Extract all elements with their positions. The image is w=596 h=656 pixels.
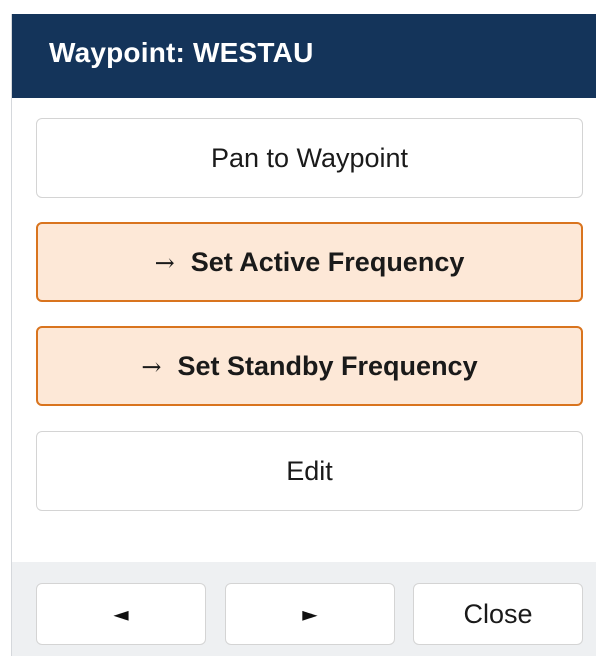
- close-button[interactable]: Close: [413, 583, 583, 645]
- close-label: Close: [463, 598, 533, 629]
- waypoint-dialog: Waypoint: WESTAU Pan to Waypoint → Set A…: [11, 14, 596, 656]
- set-standby-frequency-button[interactable]: → Set Standby Frequency: [36, 326, 583, 406]
- set-active-frequency-label: Set Active Frequency: [190, 246, 465, 277]
- right-arrow-icon: →: [141, 353, 162, 381]
- dialog-footer: ◄ ► Close: [12, 562, 596, 656]
- right-arrow-icon: →: [154, 249, 175, 277]
- next-button[interactable]: ►: [225, 583, 395, 645]
- dialog-titlebar: Waypoint: WESTAU: [12, 14, 596, 98]
- pan-to-waypoint-button[interactable]: Pan to Waypoint: [36, 118, 583, 198]
- set-standby-frequency-label: Set Standby Frequency: [177, 350, 478, 381]
- edit-button[interactable]: Edit: [36, 431, 583, 511]
- set-active-frequency-button[interactable]: → Set Active Frequency: [36, 222, 583, 302]
- next-icon: ►: [302, 602, 318, 626]
- edit-label: Edit: [286, 455, 333, 486]
- previous-button[interactable]: ◄: [36, 583, 206, 645]
- dialog-title: Waypoint: WESTAU: [49, 37, 314, 68]
- pan-to-waypoint-label: Pan to Waypoint: [210, 142, 409, 173]
- previous-icon: ◄: [113, 602, 129, 626]
